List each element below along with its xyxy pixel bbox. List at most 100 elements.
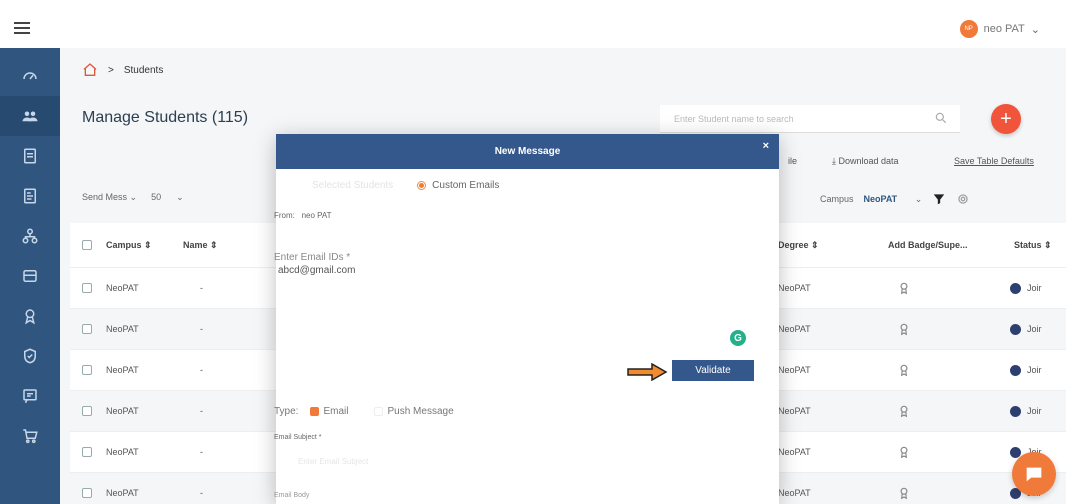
checkbox-unchecked-icon	[374, 406, 384, 416]
page-size-select[interactable]: 50 ⌄	[151, 192, 184, 203]
badge-icon[interactable]	[897, 322, 911, 336]
user-menu[interactable]: NP neo PAT ⌄	[959, 20, 1040, 38]
name-cell: -	[200, 365, 203, 375]
column-name[interactable]: Name ⇕	[183, 223, 218, 267]
email-ids-input[interactable]: abcd@gmail.com	[278, 265, 355, 276]
row-checkbox[interactable]	[82, 283, 92, 293]
name-cell: -	[200, 488, 203, 498]
recipient-options: Selected Students Custom Emails	[312, 180, 499, 191]
grammarly-icon[interactable]: G	[730, 330, 746, 346]
checkbox-checked-icon	[310, 406, 320, 416]
radio-selected-icon	[417, 180, 427, 190]
search-placeholder: Enter Student name to search	[674, 114, 794, 124]
badge-icon[interactable]	[897, 281, 911, 295]
row-checkbox[interactable]	[82, 365, 92, 375]
chat-list-icon[interactable]	[0, 376, 60, 416]
filter-icon[interactable]	[932, 192, 946, 206]
user-name: neo PAT	[983, 23, 1025, 35]
status-cell: Joir	[1027, 283, 1042, 293]
org-chart-icon[interactable]	[0, 216, 60, 256]
report-icon[interactable]	[0, 176, 60, 216]
degree-cell: NeoPAT	[778, 406, 811, 416]
status-cell: Joir	[1027, 324, 1042, 334]
campus-filter: Campus NeoPAT ⌄	[820, 192, 970, 206]
campus-select[interactable]: NeoPAT	[864, 194, 898, 204]
type-label: Type:	[274, 406, 299, 417]
chevron-down-icon[interactable]: ⌄	[907, 194, 923, 205]
campus-cell: NeoPAT	[106, 488, 139, 498]
status-dot-icon	[1010, 364, 1021, 376]
home-icon[interactable]	[82, 62, 98, 78]
row-checkbox[interactable]	[82, 447, 92, 457]
campus-filter-label: Campus	[820, 194, 854, 204]
badge-icon[interactable]	[897, 445, 911, 459]
award-icon[interactable]	[0, 296, 60, 336]
name-cell: -	[200, 283, 203, 293]
column-add-badge[interactable]: Add Badge/Supe...	[888, 223, 968, 267]
campus-cell: NeoPAT	[106, 365, 139, 375]
new-message-modal: New Message × Selected Students Custom E…	[274, 134, 779, 504]
modal-title: New Message	[494, 146, 561, 157]
speedometer-icon[interactable]	[0, 56, 60, 96]
chevron-down-icon: ⌄	[1030, 23, 1040, 36]
email-body-label: Email Body	[274, 492, 310, 499]
select-all-checkbox[interactable]	[82, 240, 92, 250]
email-ids-label: Enter Email IDs *	[274, 252, 351, 263]
badge-icon[interactable]	[897, 363, 911, 377]
selected-students-option[interactable]: Selected Students	[312, 180, 393, 191]
campus-cell: NeoPAT	[106, 324, 139, 334]
download-data-link[interactable]: ⤓ Download data	[832, 156, 899, 167]
breadcrumb-separator: >	[108, 64, 114, 76]
campus-cell: NeoPAT	[106, 406, 139, 416]
close-icon[interactable]: ×	[763, 140, 769, 152]
hamburger-menu-icon[interactable]	[14, 22, 30, 34]
degree-cell: NeoPAT	[778, 447, 811, 457]
search-icon[interactable]	[934, 111, 948, 125]
degree-cell: NeoPAT	[778, 324, 811, 334]
save-table-defaults-link[interactable]: Save Table Defaults	[954, 156, 1034, 166]
row-checkbox[interactable]	[82, 324, 92, 334]
campus-cell: NeoPAT	[106, 447, 139, 457]
status-dot-icon	[1010, 405, 1021, 417]
column-status[interactable]: Status ⇕	[1014, 223, 1052, 267]
add-student-button[interactable]: +	[991, 104, 1021, 134]
column-campus[interactable]: Campus ⇕	[106, 223, 152, 267]
degree-cell: NeoPAT	[778, 365, 811, 375]
row-checkbox[interactable]	[82, 406, 92, 416]
custom-emails-option[interactable]: Custom Emails	[417, 180, 499, 191]
badge-icon[interactable]	[897, 486, 911, 500]
name-cell: -	[200, 447, 203, 457]
upload-link[interactable]: ile	[788, 156, 797, 166]
campus-cell: NeoPAT	[106, 283, 139, 293]
name-cell: -	[200, 406, 203, 416]
name-cell: -	[200, 324, 203, 334]
document-icon[interactable]	[0, 136, 60, 176]
validate-button[interactable]: Validate	[672, 360, 754, 381]
shield-icon[interactable]	[0, 336, 60, 376]
column-degree[interactable]: Degree ⇕	[778, 223, 819, 267]
students-icon[interactable]	[0, 96, 60, 136]
breadcrumb: > Students	[82, 62, 163, 78]
sidebar	[0, 48, 60, 504]
settings-icon[interactable]	[956, 192, 970, 206]
cart-icon[interactable]	[0, 416, 60, 456]
search-input[interactable]: Enter Student name to search	[660, 105, 960, 133]
database-icon[interactable]	[0, 256, 60, 296]
email-type-option[interactable]: Email	[310, 406, 348, 417]
status-cell: Joir	[1027, 365, 1042, 375]
breadcrumb-current: Students	[123, 64, 164, 76]
degree-cell: NeoPAT	[778, 283, 811, 293]
status-dot-icon	[1010, 323, 1021, 335]
modal-header: New Message ×	[276, 134, 779, 169]
row-checkbox[interactable]	[82, 488, 92, 498]
avatar: NP	[959, 20, 978, 38]
push-message-option[interactable]: Push Message	[360, 406, 454, 417]
email-subject-input[interactable]: Enter Email Subject	[298, 457, 368, 466]
send-message-dropdown[interactable]: Send Mess ⌄	[82, 192, 137, 203]
top-bar: NP neo PAT ⌄	[0, 0, 1066, 48]
table-toolbar: Send Mess ⌄ 50 ⌄	[82, 192, 184, 203]
status-dot-icon	[1010, 282, 1021, 294]
from-field: From: neo PAT	[274, 211, 332, 220]
chat-support-button[interactable]	[1012, 452, 1056, 496]
badge-icon[interactable]	[897, 404, 911, 418]
